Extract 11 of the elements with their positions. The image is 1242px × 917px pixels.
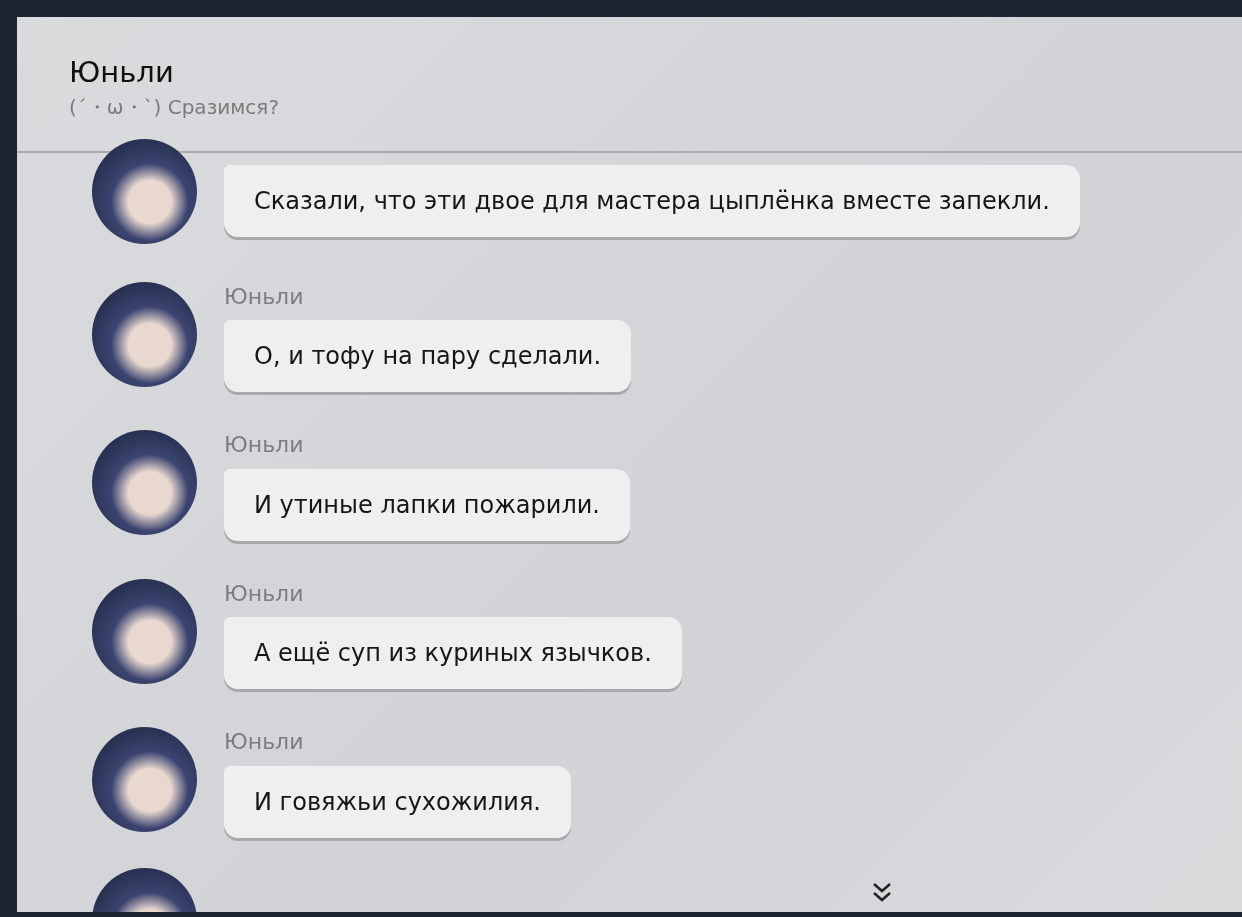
sender-name: Юньли xyxy=(224,432,305,459)
chat-subtitle: (´・ω・`) Сразимся? xyxy=(69,93,280,121)
message-bubble: Сказали, что эти двое для мастера цыплёнка вместе запекли. xyxy=(224,165,1080,237)
message-bubble: И говяжьи сухожилия. xyxy=(224,765,571,838)
sender-name: Юньли xyxy=(224,580,305,608)
message-bubble: О, и тофу на пару сделали. xyxy=(224,320,632,393)
sender-name: Юньли xyxy=(224,284,305,311)
message-bubble: И утиные лапки пожарили. xyxy=(224,468,630,541)
message-bubble: А ещё суп из куриных язычков. xyxy=(224,617,682,690)
sender-name: Юньли xyxy=(224,729,305,756)
chat-title: Юньли xyxy=(69,55,175,90)
